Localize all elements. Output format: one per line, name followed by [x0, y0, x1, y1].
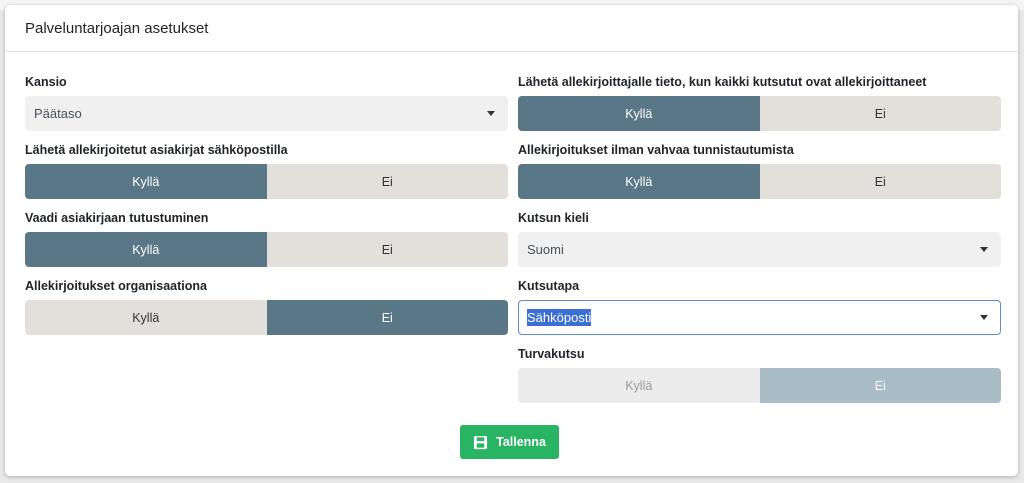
invite-language-field: Kutsun kieli Suomi — [518, 210, 1001, 267]
org-signatures-no-button[interactable]: Ei — [266, 300, 508, 335]
folder-value: Päätaso — [34, 106, 82, 121]
weak-auth-field: Allekirjoitukset ilman vahvaa tunnistaut… — [518, 142, 1001, 199]
require-review-toggle: Kyllä Ei — [25, 232, 508, 267]
floppy-disk-icon — [473, 435, 488, 450]
secure-invite-toggle: Kyllä Ei — [518, 368, 1001, 403]
org-signatures-yes-button[interactable]: Kyllä — [25, 300, 267, 335]
modal-header: Palveluntarjoajan asetukset — [5, 5, 1018, 52]
require-review-no-button[interactable]: Ei — [266, 232, 508, 267]
secure-invite-no-button[interactable]: Ei — [759, 368, 1001, 403]
invite-language-value: Suomi — [527, 242, 564, 257]
weak-auth-yes-button[interactable]: Kyllä — [518, 164, 760, 199]
invite-method-select[interactable]: Sähköposti — [518, 300, 1001, 335]
settings-modal: Palveluntarjoajan asetukset Kansio Pääta… — [5, 5, 1018, 476]
weak-auth-label: Allekirjoitukset ilman vahvaa tunnistaut… — [518, 143, 794, 157]
notify-all-signed-field: Lähetä allekirjoittajalle tieto, kun kai… — [518, 74, 1001, 131]
org-signatures-toggle: Kyllä Ei — [25, 300, 508, 335]
secure-invite-yes-button[interactable]: Kyllä — [518, 368, 760, 403]
modal-title: Palveluntarjoajan asetukset — [25, 19, 209, 37]
folder-field: Kansio Päätaso — [25, 74, 508, 131]
require-review-label: Vaadi asiakirjaan tutustuminen — [25, 211, 209, 225]
org-signatures-field: Allekirjoitukset organisaationa Kyllä Ei — [25, 278, 508, 335]
invite-language-select[interactable]: Suomi — [518, 232, 1001, 267]
notify-all-signed-no-button[interactable]: Ei — [759, 96, 1001, 131]
invite-method-value: Sähköposti — [527, 309, 592, 326]
send-signed-toggle: Kyllä Ei — [25, 164, 508, 199]
secure-invite-field: Turvakutsu Kyllä Ei — [518, 346, 1001, 403]
send-signed-field: Lähetä allekirjoitetut asiakirjat sähköp… — [25, 142, 508, 199]
right-column: Lähetä allekirjoittajalle tieto, kun kai… — [518, 74, 1001, 414]
send-signed-yes-button[interactable]: Kyllä — [25, 164, 267, 199]
invite-language-label: Kutsun kieli — [518, 211, 589, 225]
require-review-yes-button[interactable]: Kyllä — [25, 232, 267, 267]
weak-auth-no-button[interactable]: Ei — [759, 164, 1001, 199]
invite-method-field: Kutsutapa Sähköposti — [518, 278, 1001, 335]
folder-label: Kansio — [25, 75, 67, 89]
caret-down-icon — [487, 111, 495, 116]
folder-select[interactable]: Päätaso — [25, 96, 508, 131]
caret-down-icon — [980, 315, 988, 320]
save-button[interactable]: Tallenna — [460, 425, 559, 459]
org-signatures-label: Allekirjoitukset organisaationa — [25, 279, 207, 293]
invite-method-label: Kutsutapa — [518, 279, 580, 293]
send-signed-no-button[interactable]: Ei — [266, 164, 508, 199]
send-signed-label: Lähetä allekirjoitetut asiakirjat sähköp… — [25, 143, 288, 157]
notify-all-signed-label: Lähetä allekirjoittajalle tieto, kun kai… — [518, 75, 927, 89]
caret-down-icon — [980, 247, 988, 252]
weak-auth-toggle: Kyllä Ei — [518, 164, 1001, 199]
secure-invite-label: Turvakutsu — [518, 347, 585, 361]
notify-all-signed-toggle: Kyllä Ei — [518, 96, 1001, 131]
left-column: Kansio Päätaso Lähetä allekirjoitetut as… — [25, 74, 508, 346]
notify-all-signed-yes-button[interactable]: Kyllä — [518, 96, 760, 131]
require-review-field: Vaadi asiakirjaan tutustuminen Kyllä Ei — [25, 210, 508, 267]
save-button-label: Tallenna — [496, 435, 546, 449]
